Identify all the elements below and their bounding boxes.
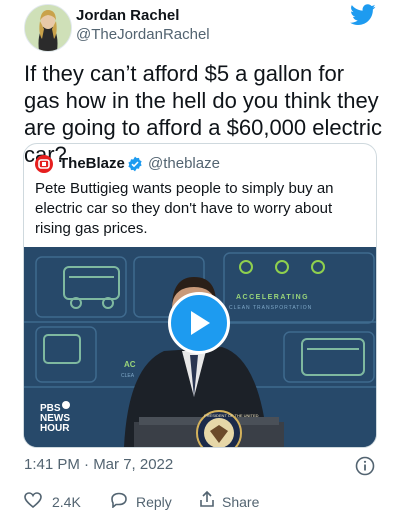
info-icon[interactable] (355, 456, 375, 476)
play-button[interactable] (168, 292, 230, 354)
quoted-author-handle[interactable]: @theblaze (148, 155, 220, 172)
author-avatar-image (25, 5, 71, 51)
quoted-tweet-text: Pete Buttigieg wants people to simply bu… (35, 180, 334, 237)
seal-text: PRESIDENT OF THE UNITED (204, 413, 259, 418)
twitter-bird-icon[interactable] (350, 4, 376, 26)
reply-icon[interactable] (110, 492, 128, 508)
play-icon (191, 311, 210, 335)
heart-icon[interactable] (24, 492, 42, 508)
author-name[interactable]: Jordan Rachel (76, 7, 179, 24)
tweet-actions: 2.4K Reply Share (24, 486, 384, 510)
quoted-author-name[interactable]: TheBlaze (59, 155, 125, 172)
video-banner-line1: ACCELERATING (236, 294, 309, 301)
author-avatar[interactable] (24, 4, 72, 52)
video-player[interactable]: ACCELERATING CLEAN TRANSPORTATION AC CLE… (24, 247, 376, 447)
share-label[interactable]: Share (222, 494, 259, 510)
theblaze-avatar[interactable] (35, 155, 53, 173)
tweet-timestamp[interactable]: 1:41 PM · Mar 7, 2022 (24, 456, 173, 473)
video-banner-line2: CLEAN TRANSPORTATION (229, 305, 312, 311)
like-count[interactable]: 2.4K (52, 494, 81, 510)
theblaze-logo-icon (38, 159, 50, 169)
author-handle[interactable]: @TheJordanRachel (76, 26, 210, 43)
share-icon[interactable] (199, 490, 215, 508)
tweet-card: Jordan Rachel @TheJordanRachel If they c… (0, 0, 399, 510)
reply-label[interactable]: Reply (136, 494, 172, 510)
network-logo-line3: HOUR (40, 423, 70, 434)
video-side-text-1: AC (124, 360, 136, 369)
video-side-text-2: CLEA (121, 373, 135, 379)
quoted-tweet[interactable]: TheBlaze @theblaze Pete Buttigieg wants … (23, 143, 377, 448)
verified-badge-icon (128, 156, 142, 172)
